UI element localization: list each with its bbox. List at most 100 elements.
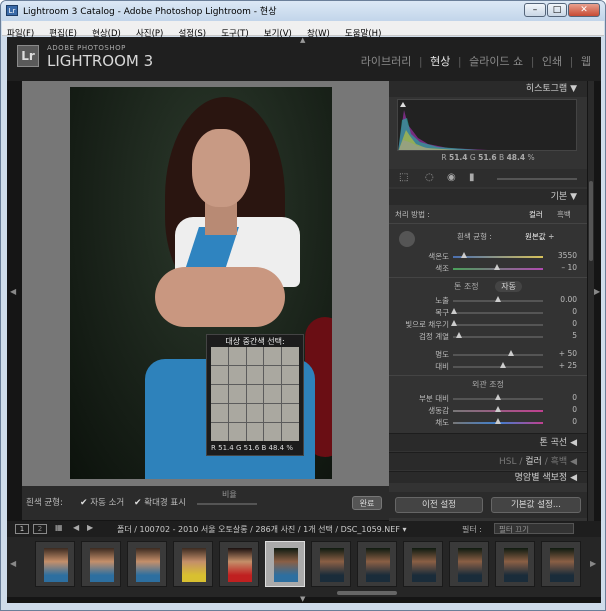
filmstrip-thumb[interactable] bbox=[311, 541, 351, 587]
module-print[interactable]: 인쇄 bbox=[542, 55, 562, 68]
brightness-track[interactable] bbox=[453, 354, 543, 356]
clarity-row: 부분 대비 0 bbox=[389, 393, 587, 405]
contrast-thumb[interactable] bbox=[500, 362, 506, 368]
previous-settings-button[interactable]: 이전 설정 bbox=[395, 497, 483, 513]
exposure-thumb[interactable] bbox=[495, 296, 501, 302]
module-separator: | bbox=[418, 55, 423, 68]
forward-arrow-icon[interactable]: ▶ bbox=[87, 523, 93, 532]
picker-rgb-readout: R 51.4 G 51.6 B 48.4 % bbox=[211, 444, 293, 452]
temp-row: 색온도 3550 bbox=[389, 251, 587, 263]
temp-thumb[interactable] bbox=[461, 252, 467, 258]
blacks-track[interactable] bbox=[453, 336, 543, 338]
fill-light-track[interactable] bbox=[453, 324, 543, 326]
basic-header[interactable]: 기본 ▼ bbox=[389, 189, 587, 205]
tool-slider[interactable] bbox=[497, 178, 577, 180]
grid-icon[interactable]: ▦ bbox=[55, 523, 63, 532]
crop-icon[interactable]: ⬚ bbox=[399, 172, 408, 183]
done-button[interactable]: 완료 bbox=[352, 496, 382, 510]
filmstrip-thumb[interactable] bbox=[449, 541, 489, 587]
module-web[interactable]: 웹 bbox=[581, 55, 591, 68]
filmstrip-thumb[interactable] bbox=[35, 541, 75, 587]
close-button[interactable]: ✕ bbox=[568, 3, 600, 17]
recovery-track[interactable] bbox=[453, 312, 543, 314]
filmstrip-scrollbar[interactable] bbox=[337, 591, 397, 595]
graduated-filter-icon[interactable]: ▮ bbox=[469, 172, 475, 183]
minimize-button[interactable]: – bbox=[524, 3, 546, 17]
module-slideshow[interactable]: 슬라이드 쇼 bbox=[469, 55, 523, 68]
filmstrip-thumb[interactable] bbox=[357, 541, 397, 587]
right-panel-toggle-icon[interactable]: ▶ bbox=[594, 287, 600, 296]
scrollbar-thumb[interactable] bbox=[589, 181, 593, 261]
split-toning-header[interactable]: 명암별 색보정 ◀ bbox=[389, 471, 587, 483]
top-panel-toggle-icon[interactable]: ▲ bbox=[300, 36, 305, 44]
contrast-value[interactable]: + 25 bbox=[559, 361, 577, 370]
wb-select[interactable]: 원본값 ÷ bbox=[525, 231, 554, 242]
contrast-row: 대비 + 25 bbox=[389, 361, 587, 373]
filter-select[interactable]: 필터 끄기 bbox=[494, 523, 574, 534]
g-label: G bbox=[469, 153, 476, 162]
fill-light-label: 빛으로 채우기 bbox=[405, 320, 449, 329]
module-library[interactable]: 라이브러리 bbox=[361, 55, 412, 68]
reset-settings-button[interactable]: 기본값 설정... bbox=[491, 497, 581, 513]
auto-tone-button[interactable]: 자동 bbox=[495, 281, 522, 292]
filmstrip-thumb-selected[interactable] bbox=[265, 541, 305, 587]
filmstrip-scroll-right-icon[interactable]: ▶ bbox=[590, 559, 596, 568]
brand-line-2: LIGHTROOM 3 bbox=[47, 52, 154, 70]
source-path[interactable]: 폴더 / 100702 - 2010 서울 오토살롱 / 286개 사진 / 1… bbox=[117, 524, 407, 535]
blacks-thumb[interactable] bbox=[456, 332, 462, 338]
fill-light-thumb[interactable] bbox=[451, 320, 457, 326]
filmstrip-thumb[interactable] bbox=[127, 541, 167, 587]
filmstrip-thumb[interactable] bbox=[403, 541, 443, 587]
filmstrip-thumb[interactable] bbox=[173, 541, 213, 587]
filmstrip-thumb[interactable] bbox=[495, 541, 535, 587]
treatment-color[interactable]: 컬러 bbox=[529, 209, 543, 220]
histogram-header[interactable]: 히스토그램 ▼ bbox=[389, 81, 587, 97]
treatment-bw[interactable]: 흑백 bbox=[557, 209, 571, 220]
scale-slider[interactable] bbox=[197, 503, 257, 505]
tint-thumb[interactable] bbox=[494, 264, 500, 270]
left-panel-toggle-icon[interactable]: ◀ bbox=[10, 287, 16, 296]
recovery-thumb[interactable] bbox=[451, 308, 457, 314]
contrast-label: 대비 bbox=[435, 362, 449, 371]
exposure-value[interactable]: 0.00 bbox=[560, 295, 577, 304]
bottom-panel-toggle-icon[interactable]: ▼ bbox=[300, 595, 305, 603]
tint-value[interactable]: – 10 bbox=[561, 263, 577, 272]
show-loupe-checkbox[interactable]: ✔ 확대경 표시 bbox=[134, 496, 186, 508]
brightness-value[interactable]: + 50 bbox=[559, 349, 577, 358]
brightness-thumb[interactable] bbox=[508, 350, 514, 356]
filmstrip-thumb[interactable] bbox=[219, 541, 259, 587]
saturation-thumb[interactable] bbox=[495, 418, 501, 424]
recovery-value[interactable]: 0 bbox=[572, 307, 577, 316]
expand-icon: ◀ bbox=[570, 438, 577, 448]
clarity-thumb[interactable] bbox=[495, 394, 501, 400]
tone-curve-header[interactable]: 톤 곡선 ◀ bbox=[389, 433, 587, 451]
app-icon: Lr bbox=[6, 5, 18, 16]
clarity-value[interactable]: 0 bbox=[572, 393, 577, 402]
filmstrip-thumb[interactable] bbox=[541, 541, 581, 587]
filmstrip-thumb[interactable] bbox=[81, 541, 121, 587]
maximize-button[interactable]: □ bbox=[547, 3, 567, 17]
temp-value[interactable]: 3550 bbox=[558, 251, 577, 260]
photo-face bbox=[192, 129, 250, 207]
module-develop[interactable]: 현상 bbox=[430, 55, 450, 68]
view-1-button[interactable]: 1 bbox=[15, 524, 29, 534]
lightroom-app: ▲ Lr ADOBE PHOTOSHOP LIGHTROOM 3 라이브러리 |… bbox=[7, 36, 601, 603]
vibrance-value[interactable]: 0 bbox=[572, 405, 577, 414]
vibrance-thumb[interactable] bbox=[495, 406, 501, 412]
back-arrow-icon[interactable]: ◀ bbox=[73, 523, 79, 532]
blacks-value[interactable]: 5 bbox=[572, 331, 577, 340]
b-label: B bbox=[261, 444, 267, 452]
spot-removal-icon[interactable]: ◌ bbox=[425, 172, 434, 183]
fill-light-value[interactable]: 0 bbox=[572, 319, 577, 328]
module-separator: | bbox=[569, 55, 574, 68]
saturation-value[interactable]: 0 bbox=[572, 417, 577, 426]
right-panel-scrollbar[interactable] bbox=[588, 81, 594, 521]
contrast-track[interactable] bbox=[453, 366, 543, 368]
auto-dismiss-checkbox[interactable]: ✔ 자동 소거 bbox=[80, 496, 124, 508]
shadow-clip-icon[interactable] bbox=[400, 102, 406, 107]
red-eye-icon[interactable]: ◉ bbox=[447, 172, 456, 183]
filmstrip-scroll-left-icon[interactable]: ◀ bbox=[10, 559, 16, 568]
view-2-button[interactable]: 2 bbox=[33, 524, 47, 534]
histogram-title: 히스토그램 bbox=[525, 84, 568, 94]
hsl-header[interactable]: HSL / 컬러 / 흑백 ◀ bbox=[389, 452, 587, 470]
